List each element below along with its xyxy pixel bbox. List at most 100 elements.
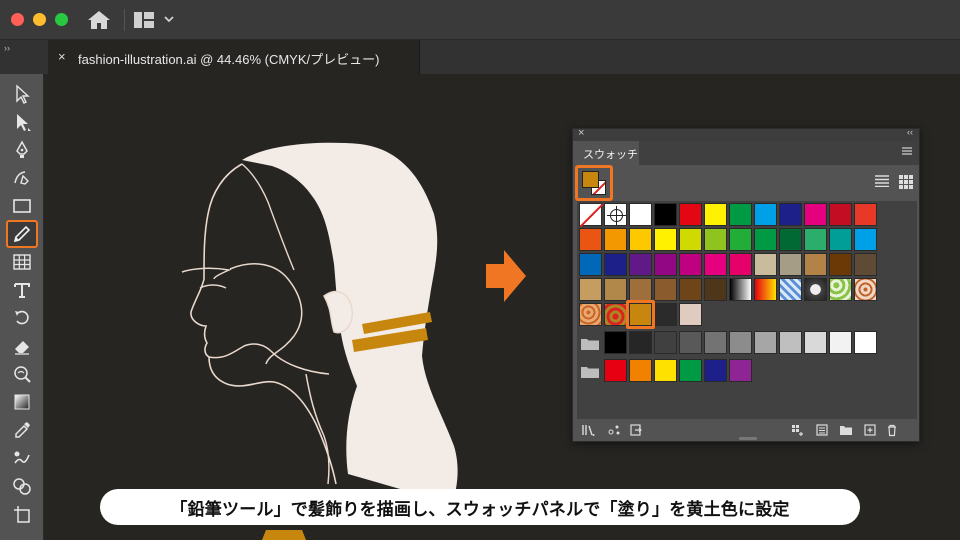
swatch-r1-c3[interactable] bbox=[629, 203, 652, 226]
warp-tool[interactable] bbox=[6, 360, 38, 388]
swatch-r1-c5[interactable] bbox=[679, 203, 702, 226]
swatch-r4-c11[interactable] bbox=[829, 278, 852, 301]
swatch-r1-c9[interactable] bbox=[779, 203, 802, 226]
swatch-r2-c7[interactable] bbox=[729, 228, 752, 251]
swatch-r3-c2[interactable] bbox=[604, 253, 627, 276]
swatch-r3-c7[interactable] bbox=[729, 253, 752, 276]
type-tool[interactable] bbox=[6, 276, 38, 304]
swatch-r3-c1[interactable] bbox=[579, 253, 602, 276]
gradient-tool[interactable] bbox=[6, 388, 38, 416]
swatch-r5-c5[interactable] bbox=[679, 303, 702, 326]
swatch-r1-c7[interactable] bbox=[729, 203, 752, 226]
swatch-r2-c12[interactable] bbox=[854, 228, 877, 251]
swatch-r4-c5[interactable] bbox=[679, 278, 702, 301]
trash-icon[interactable] bbox=[885, 423, 899, 437]
swatch-r4-c8[interactable] bbox=[754, 278, 777, 301]
swatch-r1-c12[interactable] bbox=[854, 203, 877, 226]
swatch-r4-c9[interactable] bbox=[779, 278, 802, 301]
swatch-r3-c9[interactable] bbox=[779, 253, 802, 276]
swatch-r3-c8[interactable] bbox=[754, 253, 777, 276]
swatch-r4-c7[interactable] bbox=[729, 278, 752, 301]
show-kinds-icon[interactable] bbox=[607, 423, 621, 437]
gray-swatch-3[interactable] bbox=[654, 331, 677, 354]
list-view-icon[interactable] bbox=[875, 175, 889, 187]
resize-grip[interactable] bbox=[739, 437, 757, 440]
gray-swatch-6[interactable] bbox=[729, 331, 752, 354]
bright-swatch-1[interactable] bbox=[604, 359, 627, 382]
swatch-r2-c3[interactable] bbox=[629, 228, 652, 251]
swatch-options-icon[interactable] bbox=[629, 423, 643, 437]
document-tab[interactable]: × fashion-illustration.ai @ 44.46% (CMYK… bbox=[48, 40, 420, 74]
curvature-tool[interactable] bbox=[6, 164, 38, 192]
eraser-tool[interactable] bbox=[6, 332, 38, 360]
swatch-r4-c3[interactable] bbox=[629, 278, 652, 301]
swatch-r2-c4[interactable] bbox=[654, 228, 677, 251]
gray-swatch-10[interactable] bbox=[829, 331, 852, 354]
swatch-r3-c4[interactable] bbox=[654, 253, 677, 276]
fill-stroke-indicator[interactable] bbox=[575, 165, 613, 201]
swatch-r2-c8[interactable] bbox=[754, 228, 777, 251]
swatch-r1-c6[interactable] bbox=[704, 203, 727, 226]
library-icon[interactable] bbox=[581, 423, 595, 437]
swatch-r1-c11[interactable] bbox=[829, 203, 852, 226]
grid-tool[interactable] bbox=[6, 248, 38, 276]
pen-tool[interactable] bbox=[6, 136, 38, 164]
swatch-r4-c6[interactable] bbox=[704, 278, 727, 301]
shape-builder-tool[interactable] bbox=[6, 472, 38, 500]
swatch-r1-c2[interactable] bbox=[604, 203, 627, 226]
new-swatch-icon[interactable] bbox=[863, 423, 877, 437]
swatch-r5-c1[interactable] bbox=[579, 303, 602, 326]
gray-swatch-9[interactable] bbox=[804, 331, 827, 354]
swatch-r1-c4[interactable] bbox=[654, 203, 677, 226]
folder-icon[interactable] bbox=[839, 423, 853, 437]
swatch-r3-c12[interactable] bbox=[854, 253, 877, 276]
gray-swatch-8[interactable] bbox=[779, 331, 802, 354]
eyedropper-tool[interactable] bbox=[6, 416, 38, 444]
color-group-icon[interactable] bbox=[791, 423, 805, 437]
gray-swatch-4[interactable] bbox=[679, 331, 702, 354]
swatch-r1-c8[interactable] bbox=[754, 203, 777, 226]
swatch-r2-c11[interactable] bbox=[829, 228, 852, 251]
swatch-r5-c2[interactable] bbox=[604, 303, 627, 326]
swatch-r2-c5[interactable] bbox=[679, 228, 702, 251]
rectangle-tool[interactable] bbox=[6, 192, 38, 220]
swatch-r2-c9[interactable] bbox=[779, 228, 802, 251]
swatch-r4-c1[interactable] bbox=[579, 278, 602, 301]
swatch-r2-c6[interactable] bbox=[704, 228, 727, 251]
tab-swatches[interactable]: スウォッチ bbox=[573, 141, 639, 165]
fill-swatch[interactable] bbox=[582, 171, 599, 188]
minimize-window-button[interactable] bbox=[33, 13, 46, 26]
bright-swatch-3[interactable] bbox=[654, 359, 677, 382]
swatch-r2-c10[interactable] bbox=[804, 228, 827, 251]
swatch-r3-c3[interactable] bbox=[629, 253, 652, 276]
collapse-panels-icon[interactable]: ›› bbox=[4, 43, 10, 53]
swatch-r3-c6[interactable] bbox=[704, 253, 727, 276]
bright-swatch-2[interactable] bbox=[629, 359, 652, 382]
gray-swatch-1[interactable] bbox=[604, 331, 627, 354]
swatch-r3-c11[interactable] bbox=[829, 253, 852, 276]
swatch-r4-c10[interactable] bbox=[804, 278, 827, 301]
grid-view-icon[interactable] bbox=[899, 175, 913, 189]
swatch-r4-c4[interactable] bbox=[654, 278, 677, 301]
puppet-warp-tool[interactable] bbox=[6, 444, 38, 472]
close-window-button[interactable] bbox=[11, 13, 24, 26]
close-panel-icon[interactable]: × bbox=[578, 127, 584, 139]
bright-group-folder-icon[interactable] bbox=[581, 365, 599, 378]
collapse-panel-icon[interactable]: ‹‹ bbox=[907, 127, 913, 137]
swatch-r4-c2[interactable] bbox=[604, 278, 627, 301]
swatch-r5-c4[interactable] bbox=[654, 303, 677, 326]
swatch-r2-c2[interactable] bbox=[604, 228, 627, 251]
swatch-r3-c10[interactable] bbox=[804, 253, 827, 276]
swatch-r1-c10[interactable] bbox=[804, 203, 827, 226]
swatch-r3-c5[interactable] bbox=[679, 253, 702, 276]
pencil-tool[interactable] bbox=[6, 220, 38, 248]
swatch-group-folder-icon[interactable] bbox=[581, 337, 599, 350]
gray-swatch-7[interactable] bbox=[754, 331, 777, 354]
bright-swatch-4[interactable] bbox=[679, 359, 702, 382]
gray-swatch-5[interactable] bbox=[704, 331, 727, 354]
swatch-r2-c1[interactable] bbox=[579, 228, 602, 251]
selection-tool[interactable] bbox=[6, 80, 38, 108]
bright-swatch-5[interactable] bbox=[704, 359, 727, 382]
bright-swatch-6[interactable] bbox=[729, 359, 752, 382]
rotate-tool[interactable] bbox=[6, 304, 38, 332]
